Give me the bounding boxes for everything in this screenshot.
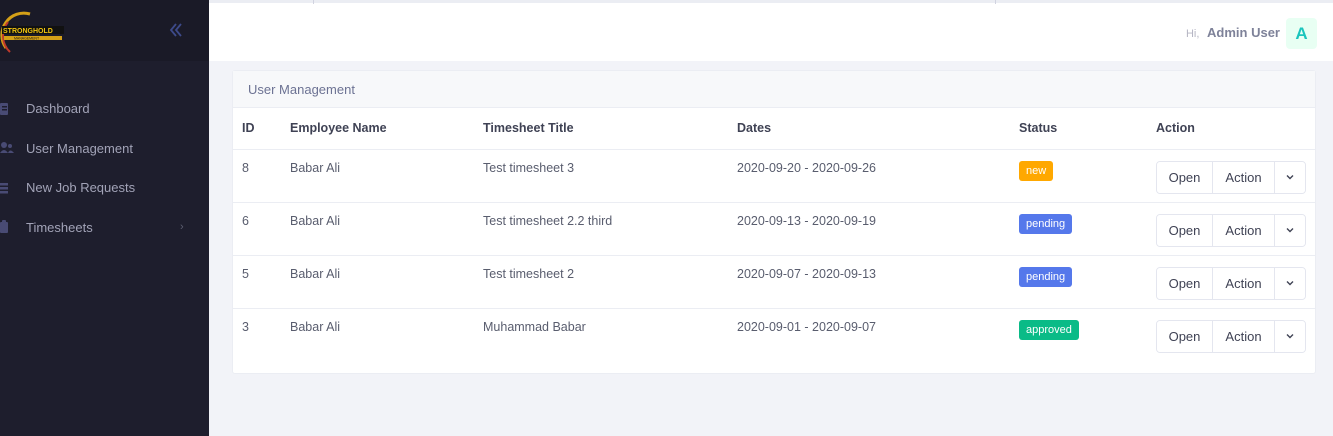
cell-id: 5 [233,255,290,309]
cell-status: approved [1019,308,1156,361]
cell-status: new [1019,149,1156,203]
cell-action: Open Action [1156,308,1315,361]
sidebar-item-user-management[interactable]: User Management [0,129,209,169]
sidebar: STRONGHOLD MANAGEMENT Dashboard User Man… [0,0,209,436]
table-header-row: ID Employee Name Timesheet Title Dates S… [233,108,1315,150]
user-management-card: User Management ID Employee Name Timeshe… [232,70,1316,374]
status-badge: pending [1019,266,1073,287]
sidebar-item-label: Timesheets [26,219,93,235]
cell-dates: 2020-09-13 - 2020-09-19 [737,202,1019,256]
open-button[interactable]: Open [1157,267,1213,299]
column-header-action: Action [1156,108,1315,150]
sidebar-item-label: User Management [26,140,133,156]
chevron-down-icon[interactable] [1275,214,1305,246]
chevron-right-icon: › [180,221,184,234]
action-button[interactable]: Action [1213,267,1275,299]
collapse-sidebar-icon[interactable] [166,20,186,40]
user-name: Admin User [1207,25,1280,40]
card-title: User Management [233,71,1315,108]
cell-id: 3 [242,319,249,334]
table-row: 8 Babar Ali Test timesheet 3 2020-09-20 … [233,149,1315,203]
chevron-down-icon[interactable] [1275,267,1305,299]
open-button[interactable]: Open [1157,214,1213,246]
cell-timesheet-title: Test timesheet 2.2 third [483,202,737,256]
logo-subtext: MANAGEMENT [14,36,40,40]
column-header-status: Status [1019,108,1156,150]
brand-area: STRONGHOLD MANAGEMENT [0,0,209,61]
status-badge: approved [1019,319,1079,340]
cell-employee-name: Babar Ali [290,202,483,256]
action-button-group: Open Action [1156,319,1306,353]
cell-timesheet-title: Muhammad Babar [483,319,586,334]
action-button[interactable]: Action [1213,214,1275,246]
action-button-group: Open Action [1156,213,1306,247]
status-badge: pending [1019,213,1073,234]
dashboard-icon [0,102,8,115]
column-header-employee-name: Employee Name [290,108,483,150]
cell-id: 8 [233,149,290,203]
divider [995,0,996,4]
stronghold-logo[interactable]: STRONGHOLD MANAGEMENT [0,8,72,56]
open-button[interactable]: Open [1157,161,1213,193]
cell-status: pending [1019,255,1156,309]
sidebar-item-new-job-requests[interactable]: New Job Requests [0,168,209,208]
greeting-text: Hi, [1185,28,1200,40]
sidebar-item-timesheets[interactable]: Timesheets › [0,208,209,248]
table-row: 5 Babar Ali Test timesheet 2 2020-09-07 … [233,255,1315,309]
sidebar-item-label: New Job Requests [26,180,136,196]
sidebar-item-dashboard[interactable]: Dashboard [0,89,209,129]
cell-timesheet-title: Test timesheet 2 [483,255,737,309]
cell-action: Open Action [1156,202,1315,256]
column-header-timesheet-title: Timesheet Title [483,108,737,150]
action-button-group: Open Action [1156,266,1306,300]
cell-action: Open Action [1156,255,1315,309]
table-row: 6 Babar Ali Test timesheet 2.2 third 202… [233,202,1315,256]
column-header-dates: Dates [737,108,1019,150]
timesheet-table: ID Employee Name Timesheet Title Dates S… [233,108,1315,361]
action-button[interactable]: Action [1213,161,1275,193]
list-icon [0,182,8,194]
user-greeting[interactable]: Hi, Admin User [1186,25,1280,40]
avatar[interactable]: A [1286,18,1317,49]
cell-employee-name: Babar Ali [290,149,483,203]
table-row: 3 Babar Ali Muhammad Babar 2020-09-01 - … [233,308,1315,361]
sidebar-menu: Dashboard User Management New Job Reques… [0,61,209,247]
open-button[interactable]: Open [1157,320,1213,352]
action-button[interactable]: Action [1213,320,1275,352]
top-header: Hi, Admin User A [209,0,1333,61]
chevron-down-icon[interactable] [1275,320,1305,352]
cell-timesheet-title: Test timesheet 3 [483,149,737,203]
cell-action: Open Action [1156,149,1315,203]
cell-dates: 2020-09-07 - 2020-09-13 [737,255,1019,309]
sidebar-item-label: Dashboard [26,101,90,117]
cell-employee-name: Babar Ali [290,255,483,309]
cell-status: pending [1019,202,1156,256]
timesheet-icon [0,220,8,234]
cell-dates: 2020-09-01 - 2020-09-07 [737,319,876,334]
logo-text: STRONGHOLD [3,28,53,35]
cell-dates: 2020-09-20 - 2020-09-26 [737,149,1019,203]
action-button-group: Open Action [1156,160,1306,194]
chevron-down-icon[interactable] [1275,161,1305,193]
cell-employee-name: Babar Ali [290,319,341,334]
cell-id: 6 [233,202,290,256]
users-icon [0,142,14,154]
divider [313,0,314,4]
status-badge: new [1019,160,1054,181]
column-header-id: ID [233,108,290,150]
